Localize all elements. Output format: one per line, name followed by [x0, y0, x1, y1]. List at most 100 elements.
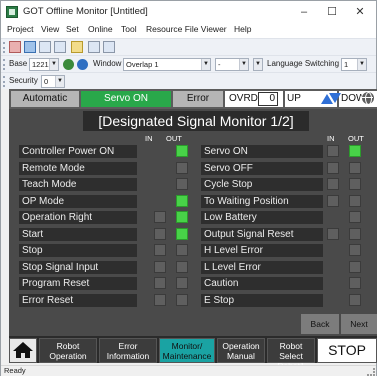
zoom-icon[interactable] — [88, 41, 100, 53]
security-label: Security — [9, 76, 38, 85]
in-lamp — [327, 178, 339, 190]
automatic-mode-indicator: Automatic — [11, 91, 79, 107]
signal-label: Output Signal Reset — [201, 227, 323, 241]
monitor-maintenance-button[interactable]: Monitor/ Maintenance — [159, 338, 215, 363]
right-signal-row: Cycle Stop — [201, 178, 363, 191]
next-button[interactable]: Next — [341, 314, 377, 334]
left-signal-row: Error Reset — [19, 293, 190, 307]
left-signal-row: Controller Power ON — [19, 145, 190, 158]
security-select[interactable]: 0 ▼ — [41, 75, 65, 88]
chevron-down-icon: ▼ — [49, 59, 58, 70]
signal-label: E Stop — [201, 293, 323, 307]
in-lamp — [327, 161, 339, 174]
stop-simulation-icon[interactable] — [9, 41, 21, 53]
device-icon[interactable] — [54, 41, 66, 53]
menu-project[interactable]: Project — [7, 24, 33, 34]
robot-monitor-panel: Automatic Servo ON Error OVRD 0 UP DOWN … — [9, 89, 377, 371]
out-lamp — [349, 244, 361, 256]
override-value: 0 — [258, 92, 278, 106]
signal-label: Remote Mode — [19, 161, 137, 175]
right-signal-row: E Stop — [201, 293, 363, 307]
servo-on-indicator: Servo ON — [81, 91, 171, 107]
arrow-down-icon[interactable] — [329, 93, 341, 103]
right-signal-row: L Level Error — [201, 260, 363, 274]
in-lamp — [327, 227, 339, 240]
left-signal-row: Teach Mode — [19, 178, 190, 191]
menu-resource-file-viewer[interactable]: Resource File Viewer — [146, 24, 227, 34]
maximize-button[interactable]: ☐ — [319, 4, 345, 20]
home-button[interactable] — [9, 338, 37, 363]
signal-label: Operation Right — [19, 211, 137, 224]
robot-select-button[interactable]: Robot Select Robot1 — [267, 338, 315, 371]
signal-label: Cycle Stop — [201, 178, 323, 191]
out-lamp — [349, 145, 361, 157]
toolbar-grip[interactable] — [3, 76, 5, 87]
window-sub-value: - — [218, 60, 221, 69]
left-in-header: IN — [145, 134, 153, 143]
language-select[interactable]: 1 ▼ — [341, 58, 367, 71]
menu-view[interactable]: View — [41, 24, 59, 34]
stop-button[interactable]: STOP — [317, 338, 377, 363]
window-sub-select[interactable]: - ▼ — [215, 58, 249, 71]
out-lamp — [176, 244, 188, 256]
out-lamp — [349, 293, 361, 306]
right-signal-row: Output Signal Reset — [201, 227, 363, 241]
out-lamp — [349, 211, 361, 223]
signal-label: Low Battery — [201, 211, 323, 224]
next-screen-icon[interactable] — [77, 59, 88, 70]
previous-screen-icon[interactable] — [63, 59, 74, 70]
screen-icon[interactable] — [24, 41, 36, 53]
resize-grip-icon[interactable] — [367, 368, 375, 376]
menu-online[interactable]: Online — [88, 24, 113, 34]
keyboard-icon[interactable] — [103, 41, 115, 53]
chevron-down-icon: ▼ — [55, 76, 64, 87]
right-signal-row: Caution — [201, 277, 363, 290]
out-lamp — [349, 161, 361, 174]
out-lamp — [176, 227, 188, 240]
app-window: GOT Offline Monitor [Untitled] – ☐ ✕ Pro… — [0, 0, 377, 376]
out-lamp — [176, 277, 188, 289]
back-button[interactable]: Back — [301, 314, 339, 334]
chevron-down-icon: ▼ — [239, 59, 248, 70]
language-label: Language Switching — [267, 59, 340, 68]
toolbar-icons — [1, 38, 376, 55]
right-signal-row: Servo OFF — [201, 161, 363, 175]
operation-manual-button[interactable]: Operation Manual — [217, 338, 265, 363]
out-lamp — [176, 211, 188, 223]
override-up-label: UP — [287, 93, 301, 104]
status-bar: Ready — [1, 365, 376, 376]
window-select[interactable]: Overlap 1 ▼ — [123, 58, 211, 71]
left-signal-row: Remote Mode — [19, 161, 190, 175]
robot-operation-button[interactable]: Robot Operation — [39, 338, 97, 363]
close-button[interactable]: ✕ — [347, 4, 373, 20]
security-value: 0 — [44, 77, 49, 86]
monitor-icon[interactable] — [39, 41, 51, 53]
toolbar-grip[interactable] — [3, 59, 5, 70]
out-lamp — [349, 277, 361, 289]
menu-help[interactable]: Help — [234, 24, 251, 34]
right-signal-row: H Level Error — [201, 244, 363, 257]
right-signal-row: Low Battery — [201, 211, 363, 224]
window-label: Window — [93, 59, 122, 68]
out-lamp — [176, 293, 188, 306]
base-label: Base — [9, 59, 28, 68]
language-dropdown-button[interactable]: ▼ — [253, 58, 263, 71]
toolbar-grip[interactable] — [3, 42, 5, 53]
settings-icon[interactable] — [71, 41, 83, 53]
error-indicator: Error — [173, 91, 223, 107]
signal-label: Stop Signal Input — [19, 260, 137, 274]
left-signal-row: Start — [19, 227, 190, 241]
minimize-button[interactable]: – — [291, 4, 317, 20]
menu-tool[interactable]: Tool — [121, 24, 137, 34]
globe-icon[interactable] — [361, 91, 375, 105]
left-signal-row: Stop Signal Input — [19, 260, 190, 274]
right-signal-row: To Waiting Position — [201, 194, 363, 208]
chevron-down-icon: ▼ — [201, 59, 210, 70]
base-screen-select[interactable]: 1221 ▼ — [29, 58, 59, 71]
window-value: Overlap 1 — [126, 60, 159, 69]
menu-set[interactable]: Set — [66, 24, 79, 34]
window-title: GOT Offline Monitor [Untitled] — [23, 6, 148, 17]
error-information-button[interactable]: Error Information — [99, 338, 157, 363]
title-bar: GOT Offline Monitor [Untitled] – ☐ ✕ — [1, 1, 376, 23]
out-lamp — [176, 161, 188, 174]
